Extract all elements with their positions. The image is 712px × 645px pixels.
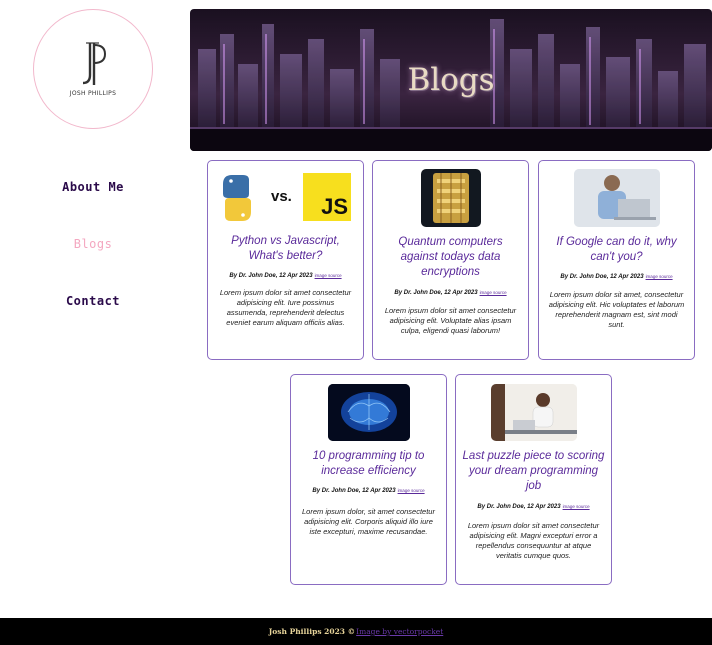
card-meta: By Dr. John Doe, 12 Apr 2023 image source	[477, 504, 590, 510]
card-excerpt: Lorem ipsum dolor sit amet consectetur a…	[219, 288, 352, 327]
logo[interactable]: JOSH PHILLIPS	[33, 9, 153, 129]
blog-card[interactable]: 10 programming tip to increase efficienc…	[290, 374, 447, 585]
blog-card[interactable]: vs. JS Python vs Javascript, What's bett…	[207, 160, 364, 360]
card-meta: By Dr. John Doe, 12 Apr 2023 image source	[229, 273, 342, 279]
nav-about-me[interactable]: About Me	[0, 180, 186, 194]
image-credit-link[interactable]: Image by vectorpocket	[356, 627, 443, 636]
blog-card[interactable]: Last puzzle piece to scoring your dream …	[455, 374, 612, 585]
javascript-icon: JS	[303, 173, 351, 221]
neural-brain-image	[328, 384, 410, 441]
footer-copyright: Josh Phillips 2023 ©	[268, 627, 356, 636]
quantum-computer-icon	[433, 173, 469, 223]
card-title[interactable]: If Google can do it, why can't you?	[545, 235, 688, 265]
blog-card[interactable]: If Google can do it, why can't you? By D…	[538, 160, 695, 360]
card-meta: By Dr. John Doe, 12 Apr 2023 image source	[560, 274, 673, 280]
card-title[interactable]: Python vs Javascript, What's better?	[214, 234, 357, 264]
banner-title: Blogs	[407, 62, 495, 98]
card-title[interactable]: Quantum computers against todays data en…	[379, 235, 522, 280]
quantum-computer-image	[421, 169, 481, 227]
blogs-banner: Blogs	[190, 9, 712, 151]
card-excerpt: Lorem ipsum dolor sit amet consectetur a…	[467, 521, 600, 560]
card-title[interactable]: 10 programming tip to increase efficienc…	[297, 449, 440, 479]
jp-monogram-icon	[82, 42, 107, 85]
vs-label: vs.	[271, 188, 292, 205]
logo-text: JOSH PHILLIPS	[69, 90, 117, 97]
image-source-link[interactable]: image source	[480, 290, 507, 295]
brain-icon	[328, 384, 410, 441]
python-vs-js-image: vs. JS	[219, 172, 355, 224]
footer: Josh Phillips 2023 © Image by vectorpocke…	[0, 618, 712, 645]
blog-card[interactable]: Quantum computers against todays data en…	[372, 160, 529, 360]
image-source-link[interactable]: image source	[646, 274, 673, 279]
woman-at-laptop-image	[491, 384, 577, 441]
man-at-laptop-icon	[574, 169, 660, 227]
card-excerpt: Lorem ipsum dolor, sit amet consectetur …	[302, 507, 435, 536]
card-meta: By Dr. John Doe, 12 Apr 2023 image source	[394, 290, 507, 296]
woman-at-laptop-icon	[491, 384, 577, 441]
card-title[interactable]: Last puzzle piece to scoring your dream …	[462, 449, 605, 494]
card-excerpt: Lorem ipsum dolor sit amet, consectetur …	[548, 290, 685, 329]
nav-blogs[interactable]: Blogs	[0, 237, 186, 251]
man-at-laptop-image	[574, 169, 660, 227]
image-source-link[interactable]: image source	[398, 488, 425, 493]
card-meta: By Dr. John Doe, 12 Apr 2023 image source	[312, 488, 425, 494]
image-source-link[interactable]: image source	[315, 273, 342, 278]
card-excerpt: Lorem ipsum dolor sit amet consectetur a…	[384, 306, 517, 335]
nav-contact[interactable]: Contact	[0, 294, 186, 308]
image-source-link[interactable]: image source	[563, 504, 590, 509]
